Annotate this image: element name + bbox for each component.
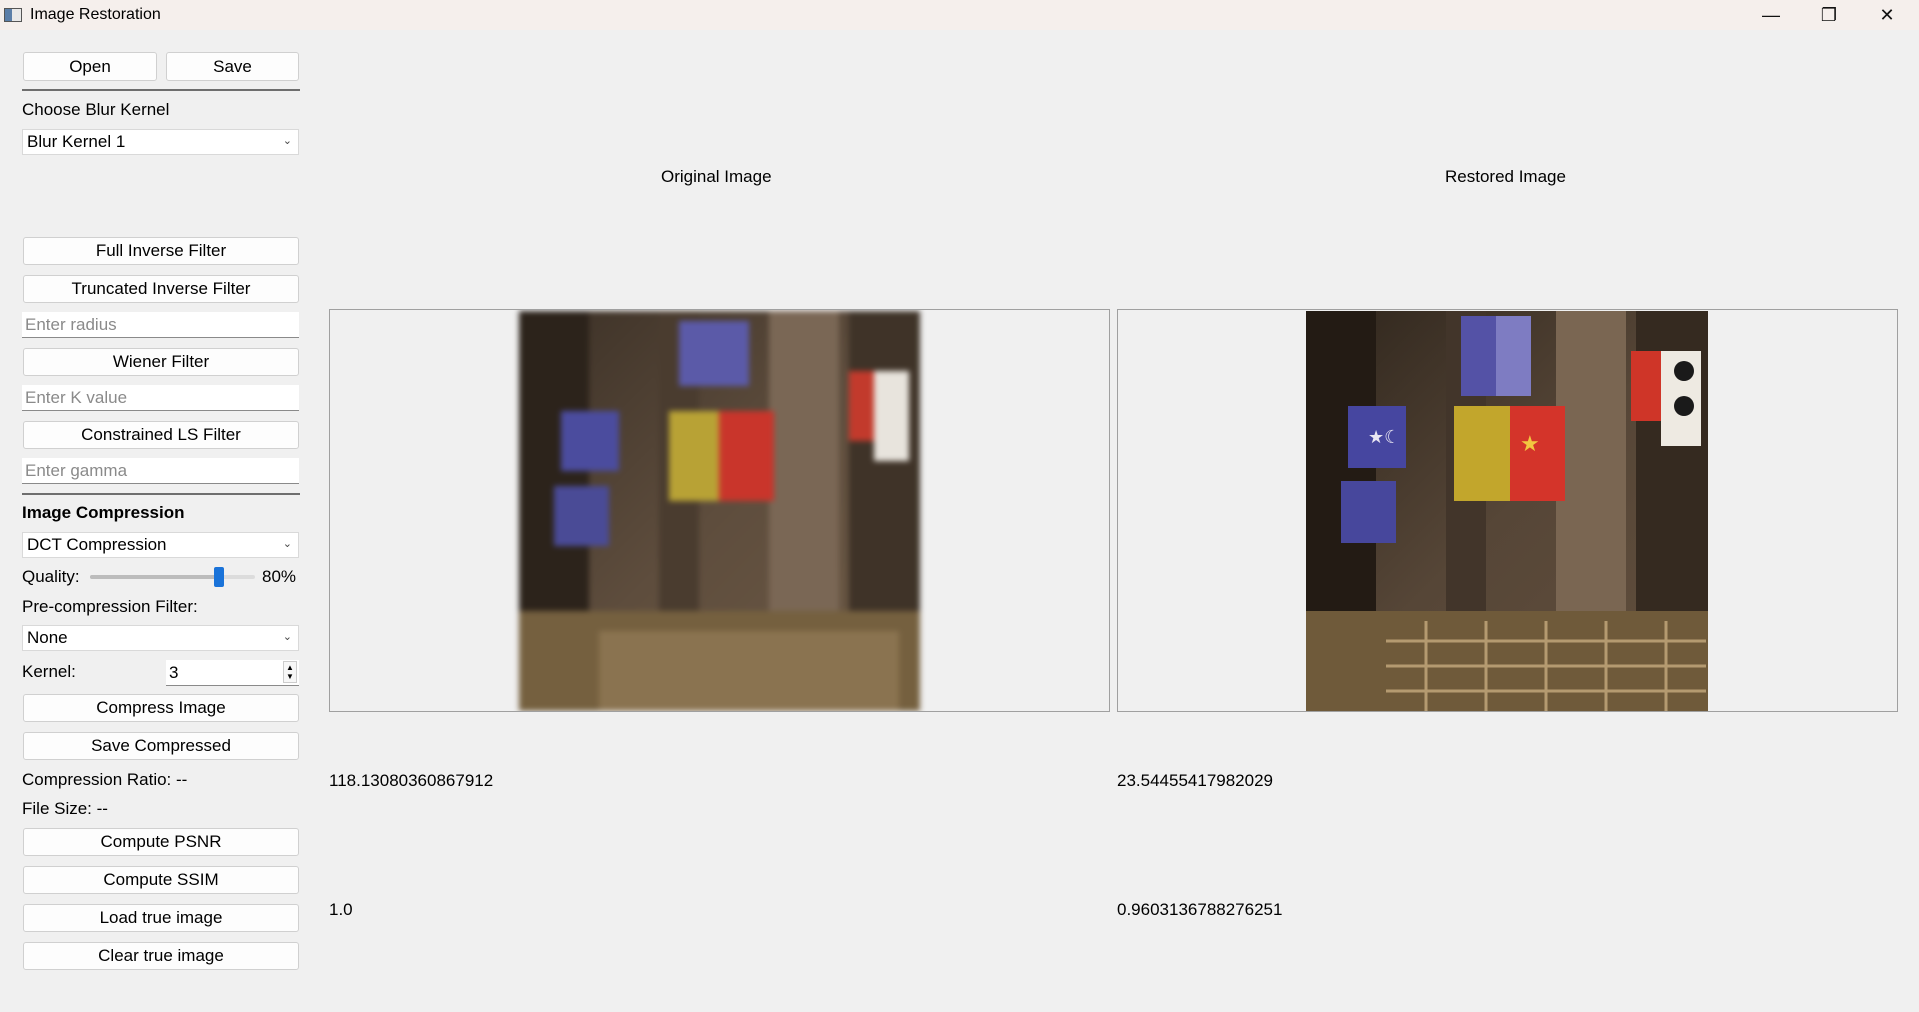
save-button[interactable]: Save xyxy=(166,52,299,81)
clear-true-image-button[interactable]: Clear true image xyxy=(23,942,299,970)
prefilter-label: Pre-compression Filter: xyxy=(22,597,198,616)
compression-method-value: DCT Compression xyxy=(27,535,167,554)
minimize-icon[interactable]: — xyxy=(1742,0,1800,30)
compression-heading: Image Compression xyxy=(22,503,185,522)
restored-image: ★☾ ★ xyxy=(1306,311,1708,711)
window-title: Image Restoration xyxy=(30,6,161,23)
quality-slider[interactable] xyxy=(90,567,255,587)
blur-kernel-value: Blur Kernel 1 xyxy=(27,132,126,151)
original-image xyxy=(519,311,920,711)
title-bar: Image Restoration xyxy=(0,0,1919,30)
svg-text:★☾: ★☾ xyxy=(1368,427,1400,448)
save-compressed-button[interactable]: Save Compressed xyxy=(23,732,299,760)
restored-image-frame: ★☾ ★ xyxy=(1117,309,1898,712)
quality-slider-fill xyxy=(90,575,219,579)
restored-ssim-value: 0.9603136788276251 xyxy=(1117,900,1283,919)
kernel-label: Kernel: xyxy=(22,662,76,681)
compression-method-select[interactable]: DCT Compression ⌄ xyxy=(22,532,299,558)
spin-arrows-icon[interactable]: ▲ ▼ xyxy=(283,661,297,683)
quality-slider-handle[interactable] xyxy=(214,567,224,587)
original-image-title: Original Image xyxy=(661,167,772,186)
compress-image-button[interactable]: Compress Image xyxy=(23,694,299,722)
constrained-ls-filter-button[interactable]: Constrained LS Filter xyxy=(23,421,299,449)
chevron-down-icon: ⌄ xyxy=(282,631,292,644)
restore-icon[interactable]: ❐ xyxy=(1800,0,1858,30)
original-psnr-value: 118.13080360867912 xyxy=(329,771,494,790)
kernel-value: 3 xyxy=(169,662,179,682)
app-icon xyxy=(4,8,22,22)
wiener-filter-button[interactable]: Wiener Filter xyxy=(23,348,299,376)
kernel-spinbox[interactable]: 3 ▲ ▼ xyxy=(166,660,299,686)
prefilter-value: None xyxy=(27,628,68,647)
separator xyxy=(22,89,300,91)
chevron-down-icon: ⌄ xyxy=(282,538,292,551)
compute-ssim-button[interactable]: Compute SSIM xyxy=(23,866,299,894)
blur-kernel-heading: Choose Blur Kernel xyxy=(22,100,170,119)
radius-input[interactable] xyxy=(22,312,299,338)
original-ssim-value: 1.0 xyxy=(329,900,353,919)
full-inverse-filter-button[interactable]: Full Inverse Filter xyxy=(23,237,299,265)
blur-kernel-select[interactable]: Blur Kernel 1 ⌄ xyxy=(22,129,299,155)
k-value-input[interactable] xyxy=(22,385,299,411)
quality-value: 80% xyxy=(262,567,297,586)
compression-ratio-text: Compression Ratio: -- xyxy=(22,770,188,789)
quality-label: Quality: xyxy=(22,567,80,586)
svg-text:★: ★ xyxy=(1520,432,1540,457)
compute-psnr-button[interactable]: Compute PSNR xyxy=(23,828,299,856)
prefilter-select[interactable]: None ⌄ xyxy=(22,625,299,651)
file-size-text: File Size: -- xyxy=(22,799,108,818)
load-true-image-button[interactable]: Load true image xyxy=(23,904,299,932)
open-button[interactable]: Open xyxy=(23,52,157,81)
gamma-input[interactable] xyxy=(22,458,299,484)
chevron-down-icon: ⌄ xyxy=(282,135,292,148)
restored-psnr-value: 23.54455417982029 xyxy=(1117,771,1273,790)
restored-image-title: Restored Image xyxy=(1445,167,1566,186)
close-icon[interactable]: ✕ xyxy=(1858,0,1916,30)
original-image-frame xyxy=(329,309,1110,712)
separator xyxy=(22,493,300,495)
truncated-inverse-filter-button[interactable]: Truncated Inverse Filter xyxy=(23,275,299,303)
